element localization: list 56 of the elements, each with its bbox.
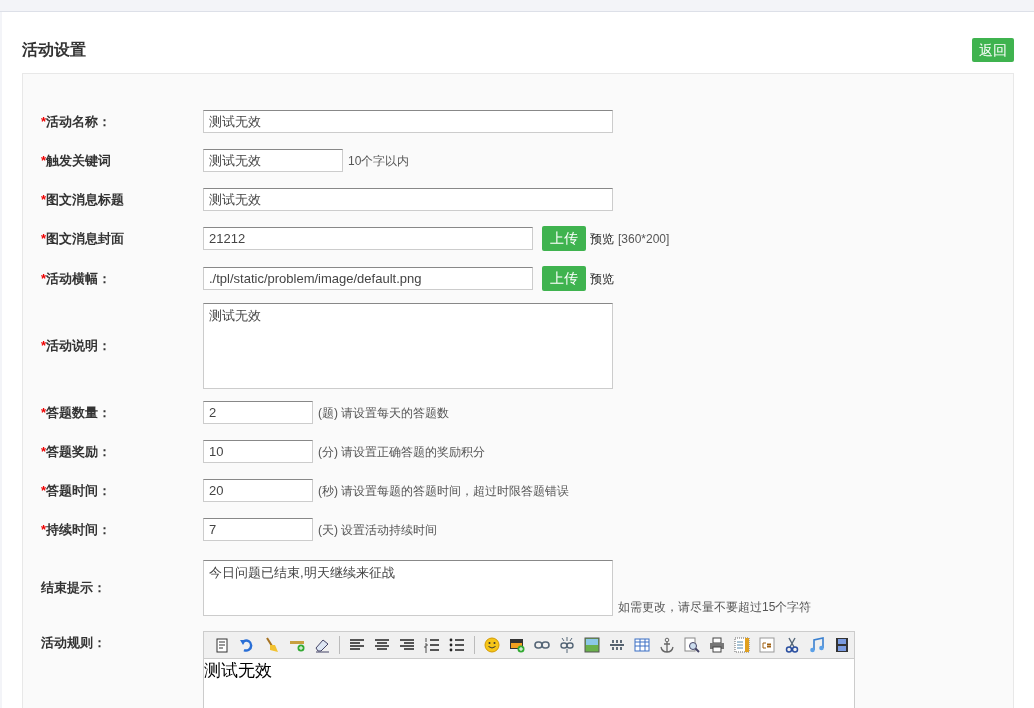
broom-icon[interactable]: [264, 637, 280, 653]
music-note-icon[interactable]: [809, 637, 825, 653]
unlink-icon[interactable]: [559, 637, 575, 653]
preview-link[interactable]: 预览: [590, 229, 614, 248]
bullet-list-icon[interactable]: [449, 637, 465, 653]
field-label: 结束提示：: [41, 579, 107, 598]
film-icon[interactable]: [834, 637, 850, 653]
field-label: *答题时间：: [41, 481, 113, 500]
field-label: *持续时间：: [41, 520, 113, 539]
paste-icon[interactable]: [214, 637, 230, 653]
field-label: *触发关键词: [41, 151, 113, 170]
input-field[interactable]: 7: [203, 518, 313, 541]
input-field[interactable]: 测试无效: [203, 188, 613, 211]
field-label: 活动规则：: [41, 634, 107, 652]
rich-text-editor[interactable]: 测试无效: [203, 631, 855, 708]
image-add-icon[interactable]: [509, 637, 525, 653]
preview-icon[interactable]: [684, 637, 700, 653]
anchor-icon[interactable]: [659, 637, 675, 653]
scissors-icon[interactable]: [784, 637, 800, 653]
preview-link[interactable]: 预览: [590, 269, 614, 288]
input-field[interactable]: 测试无效: [203, 110, 613, 133]
smiley-icon[interactable]: [484, 637, 500, 653]
field-label: *图文消息封面: [41, 229, 126, 248]
hint-text: (题) 请设置每天的答题数: [318, 404, 450, 422]
hint-text: (分) 请设置正确答题的奖励积分: [318, 443, 486, 461]
numbered-list-icon[interactable]: [424, 637, 440, 653]
print-icon[interactable]: [709, 637, 725, 653]
code-icon[interactable]: [759, 637, 775, 653]
input-field[interactable]: ./tpl/static/problem/image/default.png: [203, 267, 533, 290]
hint-text: (秒) 请设置每题的答题时间，超过时限答题错误: [318, 482, 570, 500]
field-label: *图文消息标题: [41, 190, 126, 209]
field-label: *活动横幅：: [41, 269, 113, 288]
page-title: 活动设置: [22, 39, 86, 60]
align-center-icon[interactable]: [374, 637, 390, 653]
field-label: *活动说明：: [41, 337, 113, 356]
editor-text: 测试无效: [204, 660, 272, 680]
text-area[interactable]: 今日问题已结束,明天继续来征战: [203, 560, 613, 616]
hint-text: 如需更改，请尽量不要超过15个字符: [618, 599, 812, 616]
input-field[interactable]: 20: [203, 479, 313, 502]
field-label: *活动名称：: [41, 112, 113, 131]
dotted-grid-icon[interactable]: [609, 637, 625, 653]
hint-text: 10个字以内: [348, 152, 410, 170]
hint-text: [360*200]: [618, 230, 670, 248]
align-left-icon[interactable]: [349, 637, 365, 653]
text-area[interactable]: 测试无效: [203, 303, 613, 389]
eraser-icon[interactable]: [314, 637, 330, 653]
input-field[interactable]: 10: [203, 440, 313, 463]
field-label: *答题数量：: [41, 403, 113, 422]
align-right-icon[interactable]: [399, 637, 415, 653]
input-field[interactable]: 21212: [203, 227, 533, 250]
input-field[interactable]: 测试无效: [203, 149, 343, 172]
input-field[interactable]: 2: [203, 401, 313, 424]
hint-text: (天) 设置活动持续时间: [318, 521, 438, 539]
undo-icon[interactable]: [239, 637, 255, 653]
table-icon[interactable]: [634, 637, 650, 653]
field-label: *答题奖励：: [41, 442, 113, 461]
